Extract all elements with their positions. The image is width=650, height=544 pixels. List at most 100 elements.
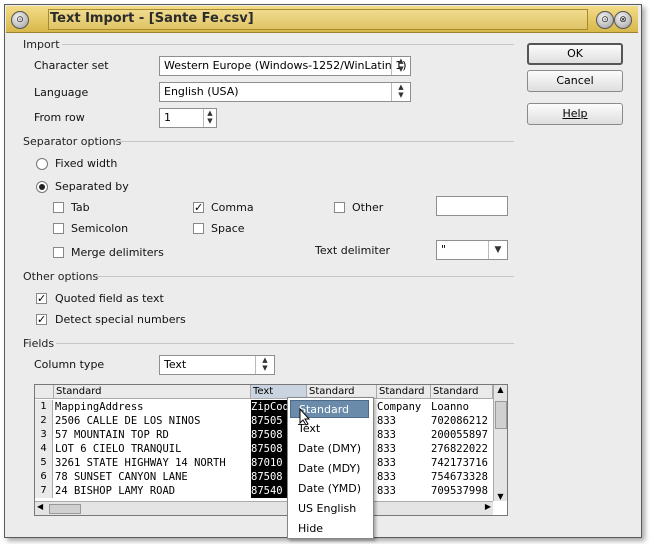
preview-grid[interactable]: Standard Text Standard Standard Standard…	[34, 384, 508, 516]
column-header[interactable]: Standard	[431, 385, 493, 399]
checkmark-icon: ✓	[37, 292, 47, 305]
space-checkbox[interactable]	[193, 223, 204, 234]
detect-numbers-checkbox[interactable]: ✓	[36, 314, 47, 325]
scroll-left-icon[interactable]: ◀	[37, 502, 43, 511]
from-row-stepper[interactable]: 1 ▲ ▼	[159, 108, 217, 128]
scroll-right-icon[interactable]: ▶	[485, 502, 491, 511]
column-header[interactable]: Standard	[54, 385, 251, 399]
tab-checkbox[interactable]	[53, 202, 64, 213]
other-checkbox[interactable]	[334, 202, 345, 213]
table-cell: 57 MOUNTAIN TOP RD	[55, 429, 169, 441]
menu-item-hide[interactable]: Hide	[290, 520, 369, 538]
table-cell: LOT 6 CIELO TRANQUIL	[55, 443, 182, 455]
semicolon-checkbox[interactable]	[53, 223, 64, 234]
column-header[interactable]: Standard	[377, 385, 431, 399]
table-cell: 742173716	[431, 457, 488, 469]
table-cell: 276822022	[431, 443, 488, 455]
scroll-up-icon[interactable]: ▲	[494, 385, 507, 394]
row-number: 6	[35, 470, 53, 484]
other-label[interactable]: Other	[352, 201, 383, 214]
text-delimiter-select[interactable]: " ▼	[436, 240, 508, 260]
fixed-width-radio[interactable]	[36, 158, 48, 170]
charset-select[interactable]: Western Europe (Windows-1252/WinLatin 1)…	[159, 56, 411, 76]
corner-header	[35, 385, 54, 399]
tab-label[interactable]: Tab	[71, 201, 90, 214]
window-menu-icon[interactable]: ⊙	[11, 11, 29, 29]
chevron-updown-icon: ▲ ▼	[391, 57, 410, 75]
menu-item-date-dmy[interactable]: Date (DMY)	[290, 440, 369, 458]
table-cell: 833	[377, 415, 396, 427]
column-type-select[interactable]: Text ▲ ▼	[159, 355, 275, 375]
menu-item-date-mdy[interactable]: Date (MDY)	[290, 460, 369, 478]
separated-by-label[interactable]: Separated by	[55, 180, 129, 193]
vertical-scrollbar[interactable]: ▲ ▼	[493, 385, 507, 501]
text-delimiter-label: Text delimiter	[315, 244, 390, 257]
horizontal-scrollbar[interactable]: ◀ ▶	[35, 501, 493, 515]
charset-label: Character set	[34, 59, 109, 72]
chevron-updown-icon: ▲ ▼	[255, 356, 274, 374]
other-options-section-label: Other options	[23, 270, 99, 283]
chevron-down-icon: ▼	[488, 241, 507, 259]
scrollbar-thumb[interactable]	[495, 401, 507, 429]
table-cell: 3261 STATE HIGHWAY 14 NORTH	[55, 457, 226, 469]
semicolon-label[interactable]: Semicolon	[71, 222, 128, 235]
merge-delimiters-checkbox[interactable]	[53, 247, 64, 258]
close-icon[interactable]: ⊗	[614, 11, 632, 29]
other-input[interactable]	[436, 196, 508, 216]
scroll-down-icon[interactable]: ▼	[494, 492, 507, 501]
row-number: 7	[35, 484, 53, 498]
separator-divider	[115, 141, 514, 142]
comma-label[interactable]: Comma	[211, 201, 254, 214]
space-label[interactable]: Space	[211, 222, 245, 235]
separated-by-radio[interactable]	[36, 181, 48, 193]
language-value: English (USA)	[164, 85, 239, 98]
window-title: Text Import - [Sante Fe.csv]	[50, 11, 254, 26]
ok-button[interactable]: OK	[527, 43, 623, 65]
row-number: 4	[35, 442, 53, 456]
separator-section-label: Separator options	[23, 135, 122, 148]
quoted-field-label[interactable]: Quoted field as text	[55, 292, 164, 305]
charset-value: Western Europe (Windows-1252/WinLatin 1)	[164, 59, 407, 72]
chevron-updown-icon: ▲ ▼	[391, 83, 410, 101]
language-select[interactable]: English (USA) ▲ ▼	[159, 82, 411, 102]
table-cell: 200055897	[431, 429, 488, 441]
row-number: 3	[35, 428, 53, 442]
checkmark-icon: ✓	[194, 201, 204, 214]
menu-item-us-english[interactable]: US English	[290, 500, 369, 518]
import-divider	[62, 44, 514, 45]
table-cell: 833	[377, 485, 396, 497]
stepper-arrows-icon[interactable]: ▲ ▼	[203, 109, 216, 127]
table-cell: 24 BISHOP LAMY ROAD	[55, 485, 176, 497]
fixed-width-label[interactable]: Fixed width	[55, 157, 117, 170]
cancel-button[interactable]: Cancel	[527, 70, 623, 92]
column-type-label: Column type	[34, 358, 105, 371]
import-section-label: Import	[23, 38, 60, 51]
language-label: Language	[34, 86, 89, 99]
help-button-label: Help	[562, 107, 588, 120]
scrollbar-thumb[interactable]	[49, 504, 81, 514]
table-cell: 833	[377, 457, 396, 469]
merge-delimiters-label[interactable]: Merge delimiters	[71, 246, 164, 259]
quoted-field-checkbox[interactable]: ✓	[36, 293, 47, 304]
fields-section-label: Fields	[23, 337, 55, 350]
other-options-divider	[95, 276, 514, 277]
minimize-icon[interactable]: ⊙	[596, 11, 614, 29]
from-row-value: 1	[164, 111, 171, 124]
fields-divider	[56, 343, 514, 344]
text-delimiter-value: "	[441, 243, 447, 256]
help-button[interactable]: Help	[527, 103, 623, 125]
comma-checkbox[interactable]: ✓	[193, 202, 204, 213]
from-row-label: From row	[34, 111, 85, 124]
table-cell: 833	[377, 443, 396, 455]
table-cell: 78 SUNSET CANYON LANE	[55, 471, 188, 483]
row-number: 2	[35, 414, 53, 428]
checkmark-icon: ✓	[37, 313, 47, 326]
column-type-value: Text	[164, 358, 187, 371]
table-cell: MappingAddress	[55, 401, 144, 413]
table-cell: 2506 CALLE DE LOS NINOS	[55, 415, 201, 427]
menu-item-date-ymd[interactable]: Date (YMD)	[290, 480, 369, 498]
detect-numbers-label[interactable]: Detect special numbers	[55, 313, 186, 326]
row-number: 5	[35, 456, 53, 470]
mouse-cursor-icon	[299, 408, 311, 426]
table-cell: Company	[377, 401, 422, 413]
